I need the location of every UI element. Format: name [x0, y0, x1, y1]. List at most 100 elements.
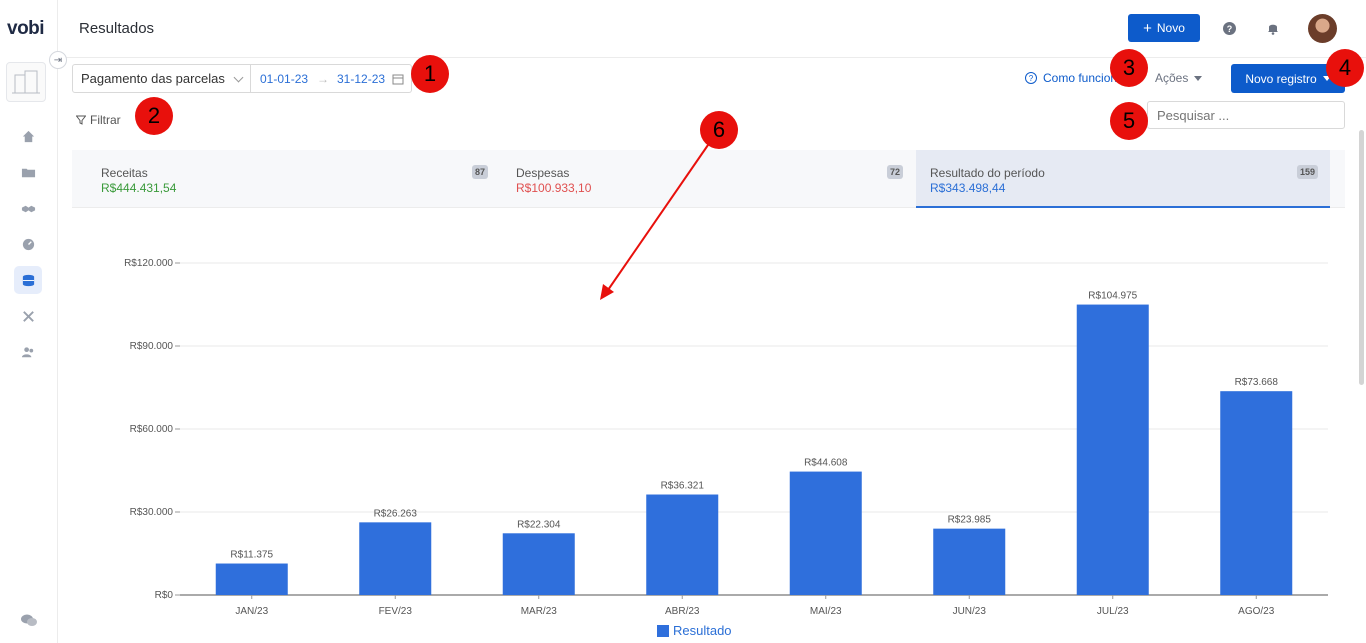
x-tick-label: ABR/23 — [665, 606, 700, 617]
annotation-marker: 2 — [135, 97, 173, 135]
building-icon — [12, 70, 40, 94]
calendar-icon — [392, 74, 404, 85]
x-tick-label: FEV/23 — [379, 606, 413, 617]
bar — [502, 533, 575, 595]
y-tick-label: R$60.000 — [130, 424, 174, 435]
chart-legend[interactable]: Resultado — [657, 623, 732, 638]
summary-card-resultado[interactable]: Resultado do período R$343.498,44 159 — [916, 150, 1330, 208]
bar — [1076, 304, 1149, 595]
gauge-icon — [22, 238, 34, 250]
annotation-marker: 5 — [1110, 102, 1148, 140]
y-tick-label: R$30.000 — [130, 507, 174, 518]
bar — [789, 471, 862, 595]
sidebar-collapse-button[interactable]: ⇥ — [49, 51, 67, 69]
x-tick-label: MAR/23 — [521, 606, 558, 617]
annotation-marker: 6 — [700, 111, 738, 149]
new-button-label: Novo — [1156, 21, 1185, 35]
help-link[interactable]: ? Como funciona? — [1025, 71, 1120, 85]
summary-tabs: Receitas R$444.431,54 87 Despesas R$100.… — [72, 150, 1345, 208]
bell-icon[interactable] — [1266, 21, 1280, 35]
filter-icon — [76, 115, 86, 125]
sidebar-item-dashboard[interactable] — [14, 230, 42, 258]
chat-icon[interactable] — [20, 613, 38, 627]
y-tick-label: R$90.000 — [130, 341, 174, 352]
bar — [646, 494, 719, 595]
sidebar-item-finance[interactable] — [14, 266, 42, 294]
x-tick-label: MAI/23 — [810, 606, 842, 617]
user-avatar[interactable] — [1308, 14, 1337, 43]
period-type-select[interactable]: Pagamento das parcelas — [72, 64, 251, 93]
new-record-label: Novo registro — [1245, 71, 1317, 86]
summary-value: R$343.498,44 — [930, 181, 1006, 195]
new-button[interactable]: + Novo — [1128, 14, 1200, 42]
summary-card-receitas[interactable]: Receitas R$444.431,54 87 — [87, 150, 489, 208]
bar-value-label: R$11.375 — [230, 550, 273, 561]
annotation-marker: 4 — [1326, 49, 1364, 87]
filter-label: Filtrar — [90, 113, 121, 127]
plus-icon: + — [1143, 19, 1152, 37]
period-type-value: Pagamento das parcelas — [81, 71, 225, 86]
x-tick-label: JUL/23 — [1097, 606, 1129, 617]
chevron-down-icon — [233, 72, 244, 83]
bar — [215, 563, 288, 595]
summary-value: R$100.933,10 — [516, 181, 592, 195]
x-tick-label: JUN/23 — [953, 606, 987, 617]
app-logo[interactable]: vobi — [7, 18, 45, 40]
bar-value-label: R$22.304 — [517, 519, 561, 530]
sidebar: vobi ⇥ — [0, 0, 67, 643]
summary-label: Resultado do período — [930, 166, 1045, 180]
bar — [1220, 391, 1293, 595]
caret-down-icon — [1194, 75, 1203, 81]
sidebar-item-deals[interactable] — [14, 194, 42, 222]
summary-value: R$444.431,54 — [101, 181, 177, 195]
summary-count-badge: 159 — [1297, 165, 1319, 179]
date-start: 01-01-23 — [260, 72, 309, 86]
summary-count-badge: 72 — [887, 165, 904, 179]
y-tick-label: R$120.000 — [124, 258, 173, 269]
app-root: vobi ⇥ Resultados + Novo ? Pagamento das… — [0, 0, 1366, 643]
bar-value-label: R$23.985 — [948, 515, 992, 526]
annotation-marker: 1 — [411, 55, 449, 93]
date-range-picker[interactable]: 01-01-23 → 31-12-23 — [250, 64, 412, 93]
sidebar-item-users[interactable] — [14, 338, 42, 366]
arrow-right-icon: → — [317, 72, 329, 86]
help-link-label: Como funciona? — [1043, 71, 1120, 85]
filter-button[interactable]: Filtrar — [76, 113, 121, 127]
date-end: 31-12-23 — [337, 72, 386, 86]
page-title: Resultados — [79, 20, 155, 37]
bar-value-label: R$26.263 — [374, 508, 418, 519]
summary-label: Receitas — [101, 166, 148, 180]
bar-value-label: R$104.975 — [1088, 291, 1137, 302]
results-bar-chart: R$0 R$30.000 R$60.000 R$90.000 R$120.000 R$11… — [124, 258, 1328, 617]
actions-label: Ações — [1155, 71, 1189, 85]
legend-label: Resultado — [673, 623, 732, 638]
search-input[interactable] — [1147, 101, 1345, 129]
question-circle-icon: ? — [1025, 72, 1037, 84]
y-tick-label: R$0 — [155, 590, 174, 601]
bar — [933, 528, 1006, 595]
bar-value-label: R$36.321 — [661, 481, 705, 492]
folder-icon — [21, 168, 35, 177]
company-logo[interactable] — [6, 62, 46, 102]
scrollbar[interactable] — [1359, 130, 1364, 385]
tools-icon — [22, 310, 34, 322]
annotation-marker: 3 — [1110, 49, 1148, 87]
sidebar-item-projects[interactable] — [14, 158, 42, 186]
x-tick-label: JAN/23 — [235, 606, 268, 617]
summary-card-despesas[interactable]: Despesas R$100.933,10 72 — [502, 150, 904, 208]
bar-value-label: R$73.668 — [1235, 377, 1279, 388]
handshake-icon — [21, 205, 35, 212]
home-icon — [22, 130, 34, 142]
bar-value-label: R$44.608 — [804, 458, 848, 469]
coins-icon — [22, 274, 34, 286]
topbar: Resultados + Novo ? — [58, 0, 1366, 58]
question-icon[interactable]: ? — [1223, 22, 1236, 35]
actions-dropdown[interactable]: Ações — [1155, 71, 1203, 85]
sidebar-item-tools[interactable] — [14, 302, 42, 330]
sidebar-item-home[interactable] — [14, 122, 42, 150]
summary-count-badge: 87 — [472, 165, 489, 179]
users-icon — [21, 346, 33, 357]
x-tick-label: AGO/23 — [1238, 606, 1275, 617]
bar — [359, 522, 432, 595]
legend-swatch — [657, 624, 669, 637]
